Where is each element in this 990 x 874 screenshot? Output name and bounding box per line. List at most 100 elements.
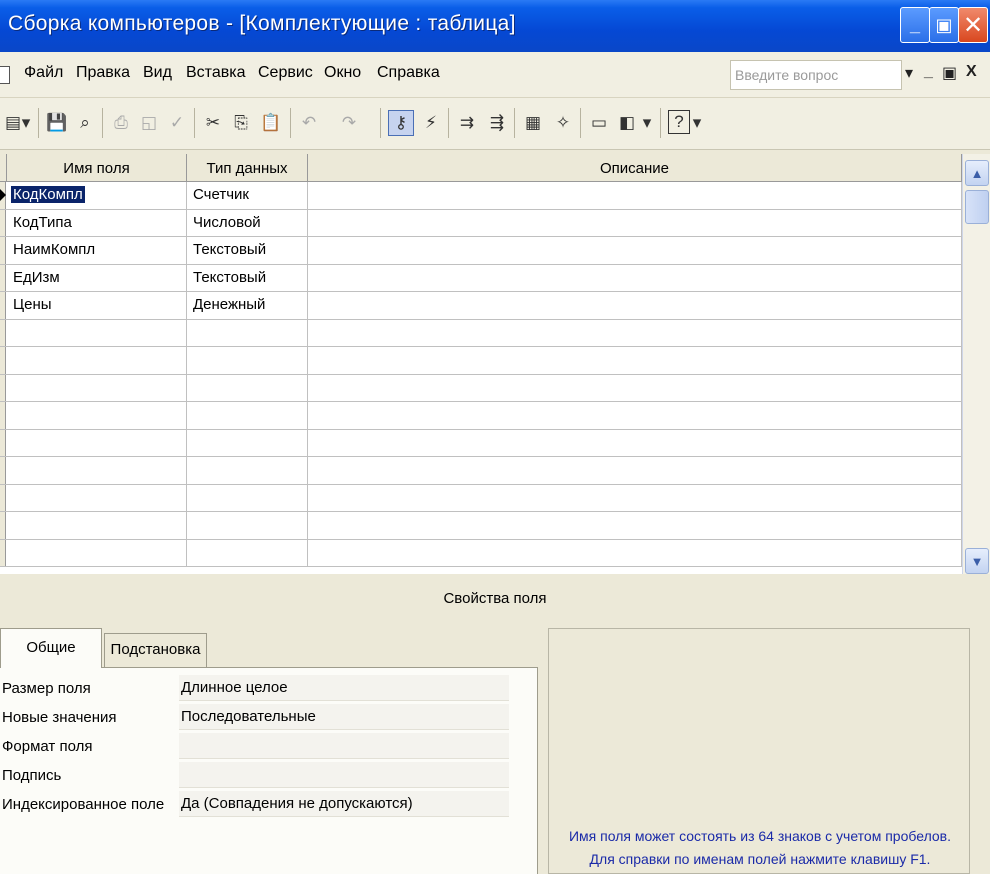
menu-insert[interactable]: Вставка (186, 64, 245, 82)
description-cell[interactable] (308, 457, 962, 484)
database-window-icon[interactable]: ▭ (586, 110, 612, 136)
menu-edit[interactable]: Правка (76, 64, 130, 82)
menu-tools[interactable]: Сервис (258, 64, 313, 82)
new-object-icon[interactable]: ◧ (614, 110, 640, 136)
prop-value-indexed[interactable]: Да (Совпадения не допускаются) (179, 791, 509, 817)
data-type-cell[interactable] (187, 347, 308, 374)
cut-icon[interactable]: ✂ (200, 110, 226, 136)
document-icon[interactable] (0, 66, 10, 84)
row-selector[interactable] (0, 209, 6, 236)
data-type-cell[interactable] (187, 402, 308, 429)
properties-icon[interactable]: ▦ (520, 110, 546, 136)
new-object-dropdown-icon[interactable]: ▾ (640, 110, 654, 136)
field-name-cell[interactable] (7, 457, 187, 484)
table-row[interactable] (0, 319, 962, 347)
ask-dropdown-icon[interactable]: ▾ (905, 63, 913, 83)
table-row[interactable]: КодТипа Числовой (0, 209, 962, 237)
doc-restore-button[interactable]: ▣ (942, 63, 957, 83)
row-selector[interactable] (0, 237, 6, 264)
header-field-name[interactable]: Имя поля (7, 154, 187, 182)
description-cell[interactable] (308, 347, 962, 374)
row-selector[interactable] (0, 292, 6, 319)
doc-minimize-button[interactable]: _ (924, 63, 933, 81)
row-selector[interactable] (0, 457, 6, 484)
field-name-cell[interactable]: КодТипа (7, 209, 187, 236)
row-selector[interactable] (0, 319, 6, 346)
help-icon[interactable]: ? (668, 110, 690, 134)
table-row[interactable]: Цены Денежный (0, 292, 962, 320)
data-type-cell[interactable]: Числовой (187, 209, 308, 236)
description-cell[interactable] (308, 182, 962, 209)
description-cell[interactable] (308, 237, 962, 264)
close-button[interactable]: ✕ (958, 7, 988, 43)
prop-value-caption[interactable] (179, 762, 509, 788)
header-data-type[interactable]: Тип данных (187, 154, 308, 182)
field-name-cell[interactable]: Цены (7, 292, 187, 319)
doc-close-button[interactable]: X (966, 63, 977, 81)
preview-icon[interactable]: ◱ (136, 110, 162, 136)
table-row[interactable]: КодКомпл Счетчик (0, 182, 962, 210)
redo-icon[interactable]: ↷ (336, 110, 362, 136)
row-selector[interactable] (0, 374, 6, 401)
minimize-button[interactable]: _ (900, 7, 930, 43)
table-row[interactable] (0, 374, 962, 402)
indexes-icon[interactable]: ⚡ (418, 110, 444, 136)
row-selector[interactable] (0, 539, 6, 566)
row-selector[interactable] (0, 402, 6, 429)
save-icon[interactable]: 💾 (44, 110, 70, 136)
description-cell[interactable] (308, 292, 962, 319)
description-cell[interactable] (308, 539, 962, 566)
table-row[interactable]: ЕдИзм Текстовый (0, 264, 962, 292)
data-type-cell[interactable]: Текстовый (187, 237, 308, 264)
description-cell[interactable] (308, 209, 962, 236)
menu-file[interactable]: Файл (24, 64, 63, 82)
data-type-cell[interactable] (187, 374, 308, 401)
undo-icon[interactable]: ↶ (296, 110, 322, 136)
description-cell[interactable] (308, 429, 962, 456)
prop-value-new-values[interactable]: Последовательные (179, 704, 509, 730)
delete-rows-icon[interactable]: ⇶ (484, 110, 510, 136)
maximize-button[interactable]: ▣ (929, 7, 959, 43)
description-cell[interactable] (308, 484, 962, 511)
insert-rows-icon[interactable]: ⇉ (454, 110, 480, 136)
data-type-cell[interactable] (187, 484, 308, 511)
data-type-cell[interactable] (187, 319, 308, 346)
header-description[interactable]: Описание (308, 154, 962, 182)
menu-help[interactable]: Справка (377, 64, 440, 82)
help-dropdown-icon[interactable]: ▾ (690, 110, 704, 136)
data-type-cell[interactable] (187, 457, 308, 484)
field-name-cell[interactable] (7, 374, 187, 401)
table-row[interactable] (0, 512, 962, 540)
field-name-cell[interactable] (7, 347, 187, 374)
description-cell[interactable] (308, 512, 962, 539)
field-name-cell[interactable]: ЕдИзм (7, 264, 187, 291)
data-type-cell[interactable] (187, 429, 308, 456)
table-row[interactable] (0, 457, 962, 485)
scroll-down-icon[interactable]: ▼ (965, 548, 989, 574)
description-cell[interactable] (308, 319, 962, 346)
field-name-cell[interactable] (7, 484, 187, 511)
description-cell[interactable] (308, 402, 962, 429)
data-type-cell[interactable] (187, 512, 308, 539)
row-selector[interactable] (0, 182, 6, 209)
data-type-cell[interactable]: Счетчик (187, 182, 308, 209)
table-row[interactable] (0, 347, 962, 375)
scroll-thumb[interactable] (965, 190, 989, 224)
copy-icon[interactable]: ⎘ (228, 110, 254, 136)
paste-icon[interactable]: 📋 (258, 110, 284, 136)
ask-question-input[interactable]: Введите вопрос (730, 60, 902, 90)
menu-view[interactable]: Вид (143, 64, 172, 82)
prop-value-format[interactable] (179, 733, 509, 759)
row-selector[interactable] (0, 264, 6, 291)
row-selector[interactable] (0, 347, 6, 374)
table-row[interactable] (0, 484, 962, 512)
search-icon[interactable]: ⌕ (72, 110, 98, 136)
field-name-cell[interactable] (7, 402, 187, 429)
field-name-cell[interactable] (7, 512, 187, 539)
table-row[interactable] (0, 429, 962, 457)
scroll-up-icon[interactable]: ▲ (965, 160, 989, 186)
field-name-cell[interactable] (7, 319, 187, 346)
primary-key-icon[interactable]: ⚷ (388, 110, 414, 136)
table-row[interactable] (0, 539, 962, 567)
field-name-cell[interactable] (7, 539, 187, 566)
